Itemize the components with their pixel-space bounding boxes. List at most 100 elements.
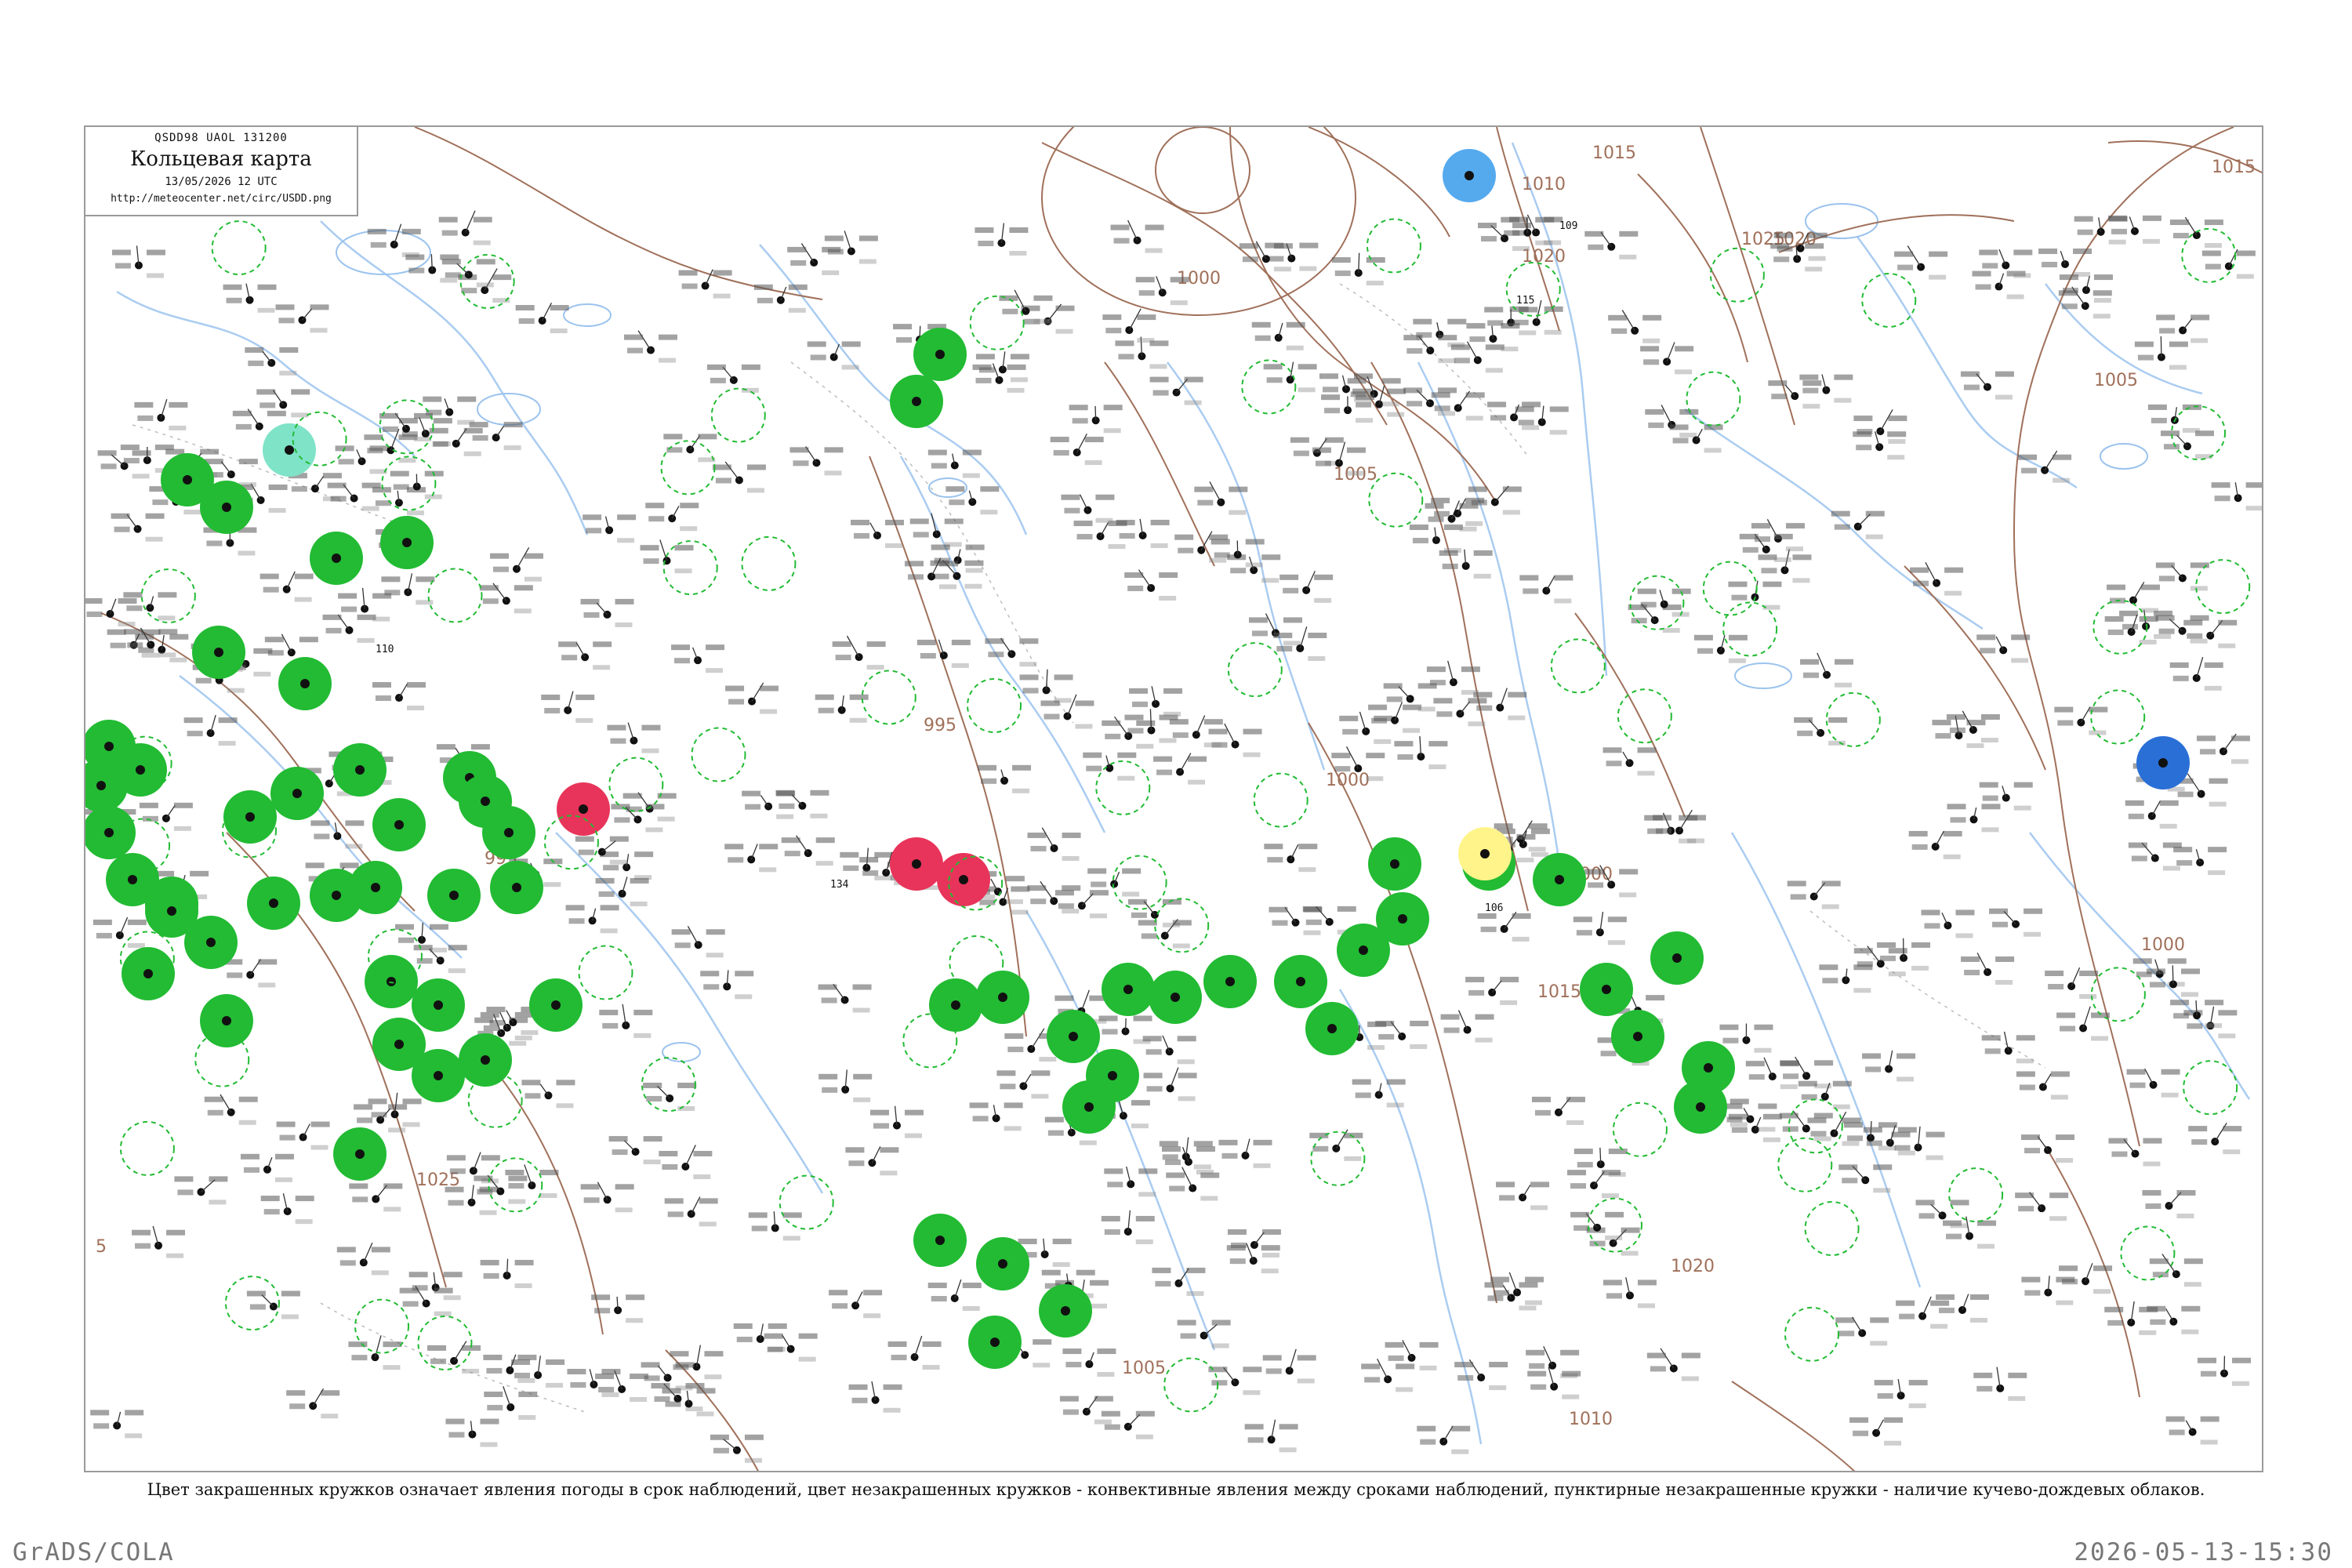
station-text-block xyxy=(583,1197,600,1203)
station-text-block xyxy=(257,284,277,290)
cb-dashed-circle xyxy=(2090,689,2146,745)
station-text-block xyxy=(402,1301,419,1307)
station-text-block xyxy=(267,410,286,416)
station-text-block xyxy=(2151,417,2167,423)
station-text-block xyxy=(827,249,844,255)
station-text-block xyxy=(1994,394,2013,400)
station-text-block xyxy=(1184,400,1202,405)
wind-barb xyxy=(2196,656,2204,679)
station-text-block xyxy=(1762,1113,1782,1120)
station-text-block xyxy=(1754,1047,1772,1053)
station-text-block xyxy=(1394,741,1414,747)
station-text-block xyxy=(524,1093,541,1099)
station-text-block xyxy=(2187,633,2203,639)
station-text-block xyxy=(2231,1381,2249,1386)
station-dot xyxy=(96,781,106,790)
station-text-block xyxy=(127,919,147,925)
station-text-block xyxy=(1946,714,1965,720)
station-text-block xyxy=(2059,1265,2078,1272)
station-text-block xyxy=(539,1193,557,1199)
station-text-block xyxy=(2160,430,2180,437)
station-dot xyxy=(1108,1071,1117,1080)
station-text-block xyxy=(1528,847,1546,852)
station-text-block xyxy=(430,1358,447,1364)
station-text-block xyxy=(1896,1300,1915,1306)
station-text-block xyxy=(1646,1352,1666,1359)
station-text-block xyxy=(1602,1279,1622,1286)
station-text-block xyxy=(789,447,809,453)
station-dot xyxy=(461,228,470,237)
station-text-block xyxy=(1090,1279,1109,1286)
station-text-block xyxy=(1502,486,1522,492)
wind-barb xyxy=(301,308,313,321)
station-text-block xyxy=(2200,1439,2218,1445)
station-text-block xyxy=(524,553,543,559)
cb-dashed-circle xyxy=(1617,688,1672,744)
station-text-block xyxy=(2172,233,2189,239)
station-text-block xyxy=(1005,876,1025,882)
station-text-block xyxy=(1792,554,1812,561)
station-text-block xyxy=(1030,845,1047,851)
station-text-block xyxy=(114,526,130,532)
wind-barb xyxy=(542,303,552,321)
station-text-block xyxy=(276,1121,296,1127)
wind-barb xyxy=(575,642,586,658)
station-text-block xyxy=(1353,397,1371,402)
station-text-block xyxy=(1489,1362,1508,1368)
station-text-block xyxy=(1127,586,1144,592)
station-text-block xyxy=(539,1170,559,1176)
station-text-block xyxy=(1117,775,1135,781)
station-text-block xyxy=(843,865,859,871)
station-text-block xyxy=(1188,779,1206,785)
station-text-block xyxy=(1011,886,1030,892)
wind-barb xyxy=(2085,1263,2093,1282)
station-text-block xyxy=(1787,880,1806,887)
station-text-block xyxy=(145,536,163,542)
wind-barb xyxy=(2082,1006,2091,1029)
station-text-block xyxy=(1911,942,1931,948)
station-text-block xyxy=(2218,643,2236,648)
wind-barb xyxy=(1094,405,1097,421)
station-text-block xyxy=(1529,1363,1545,1369)
station-text-block xyxy=(1606,1293,1622,1299)
station-text-block xyxy=(1059,1396,1079,1402)
station-text-block xyxy=(1117,752,1137,758)
station-text-block xyxy=(2158,575,2175,582)
station-text-block xyxy=(118,598,137,604)
station-text-block xyxy=(169,425,187,430)
station-text-block xyxy=(457,419,475,425)
station-text-block xyxy=(1412,538,1428,544)
station-text-block xyxy=(1762,581,1782,587)
station-text-block xyxy=(1142,1036,1162,1042)
station-text-block xyxy=(2181,1329,2199,1334)
station-text-block xyxy=(1322,387,1338,393)
station-text-block xyxy=(1530,1181,1550,1188)
station-text-block xyxy=(132,450,151,456)
station-text-block xyxy=(2056,1012,2076,1018)
station-text-block xyxy=(1261,1245,1280,1251)
station-text-block xyxy=(489,1020,506,1026)
wind-barb xyxy=(2071,967,2081,987)
station-text-block xyxy=(1200,1196,1218,1201)
wind-barb xyxy=(1289,1348,1297,1371)
station-text-block xyxy=(325,627,342,633)
station-text-block xyxy=(1798,1080,1817,1087)
station-text-block xyxy=(1279,574,1299,580)
wind-barb xyxy=(2042,1073,2052,1087)
station-text-block xyxy=(807,341,826,347)
station-dot xyxy=(1672,953,1682,963)
station-text-block xyxy=(1153,756,1173,762)
station-text-block xyxy=(1012,764,1032,771)
station-text-block xyxy=(1650,1366,1666,1372)
isobar-line-20 xyxy=(1731,1381,1856,1471)
station-text-block xyxy=(2015,1192,2034,1199)
station-text-block xyxy=(1209,557,1227,563)
station-text-block xyxy=(1960,371,1980,377)
station-text-block xyxy=(1425,503,1444,509)
station-text-block xyxy=(1865,534,1883,539)
station-text-block xyxy=(123,592,143,598)
station-text-block xyxy=(1097,1348,1116,1355)
station-text-block xyxy=(1381,378,1401,384)
station-text-block xyxy=(2223,1126,2242,1132)
station-text-block xyxy=(575,717,593,723)
